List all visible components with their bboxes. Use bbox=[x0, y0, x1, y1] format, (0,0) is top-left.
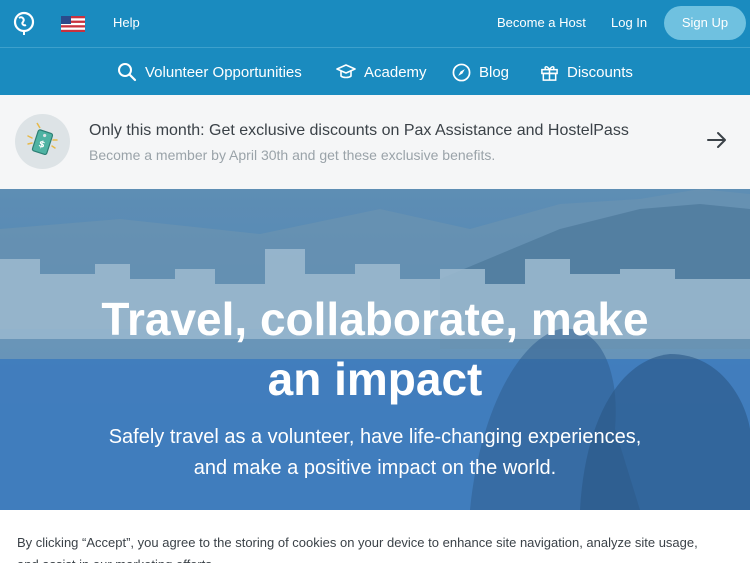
arrow-right-icon[interactable] bbox=[706, 131, 728, 149]
tag-icon: $ bbox=[27, 122, 58, 156]
nav-item-discounts[interactable]: Discounts bbox=[540, 48, 633, 96]
top-bar: Help Become a Host Log In Sign Up bbox=[0, 0, 750, 47]
hero-title: Travel, collaborate, make an impact bbox=[101, 293, 649, 405]
hero-subtitle: Safely travel as a volunteer, have life-… bbox=[0, 422, 750, 484]
graduation-cap-icon bbox=[336, 64, 356, 79]
login-link[interactable]: Log In bbox=[611, 15, 647, 30]
nav-item-volunteer-opportunities[interactable]: Volunteer Opportunities bbox=[117, 48, 302, 96]
nav-item-label: Blog bbox=[479, 63, 510, 81]
nav-item-label: Volunteer Opportunities bbox=[145, 63, 302, 81]
help-link[interactable]: Help bbox=[113, 15, 140, 30]
main-nav: Volunteer Opportunities Academy Blog Dis… bbox=[0, 47, 750, 95]
hero-section: Travel, collaborate, make an impact Safe… bbox=[0, 189, 750, 510]
globe-pin-icon[interactable] bbox=[12, 10, 36, 36]
search-icon bbox=[118, 63, 137, 82]
nav-item-blog[interactable]: Blog bbox=[452, 48, 509, 96]
cookie-text: By clicking “Accept”, you agree to the s… bbox=[17, 535, 698, 563]
nav-item-academy[interactable]: Academy bbox=[336, 48, 427, 96]
cookie-banner: By clicking “Accept”, you agree to the s… bbox=[0, 510, 750, 563]
promo-title: Only this month: Get exclusive discounts… bbox=[89, 122, 629, 139]
promo-icon-badge: $ bbox=[15, 114, 70, 169]
nav-item-label: Academy bbox=[364, 63, 427, 81]
compass-icon bbox=[452, 63, 471, 81]
us-flag-icon[interactable] bbox=[61, 16, 85, 32]
gift-icon bbox=[541, 65, 558, 81]
nav-item-label: Discounts bbox=[567, 63, 633, 81]
promo-banner[interactable]: $ Only this month: Get exclusive discoun… bbox=[0, 95, 750, 189]
hero-subtitle-line: and make a positive impact on the world. bbox=[193, 457, 557, 479]
signup-button[interactable]: Sign Up bbox=[664, 6, 746, 40]
promo-subtitle: Become a member by April 30th and get th… bbox=[89, 147, 496, 163]
hero-subtitle-line: Safely travel as a volunteer, have life-… bbox=[108, 426, 642, 448]
become-host-link[interactable]: Become a Host bbox=[497, 15, 586, 30]
